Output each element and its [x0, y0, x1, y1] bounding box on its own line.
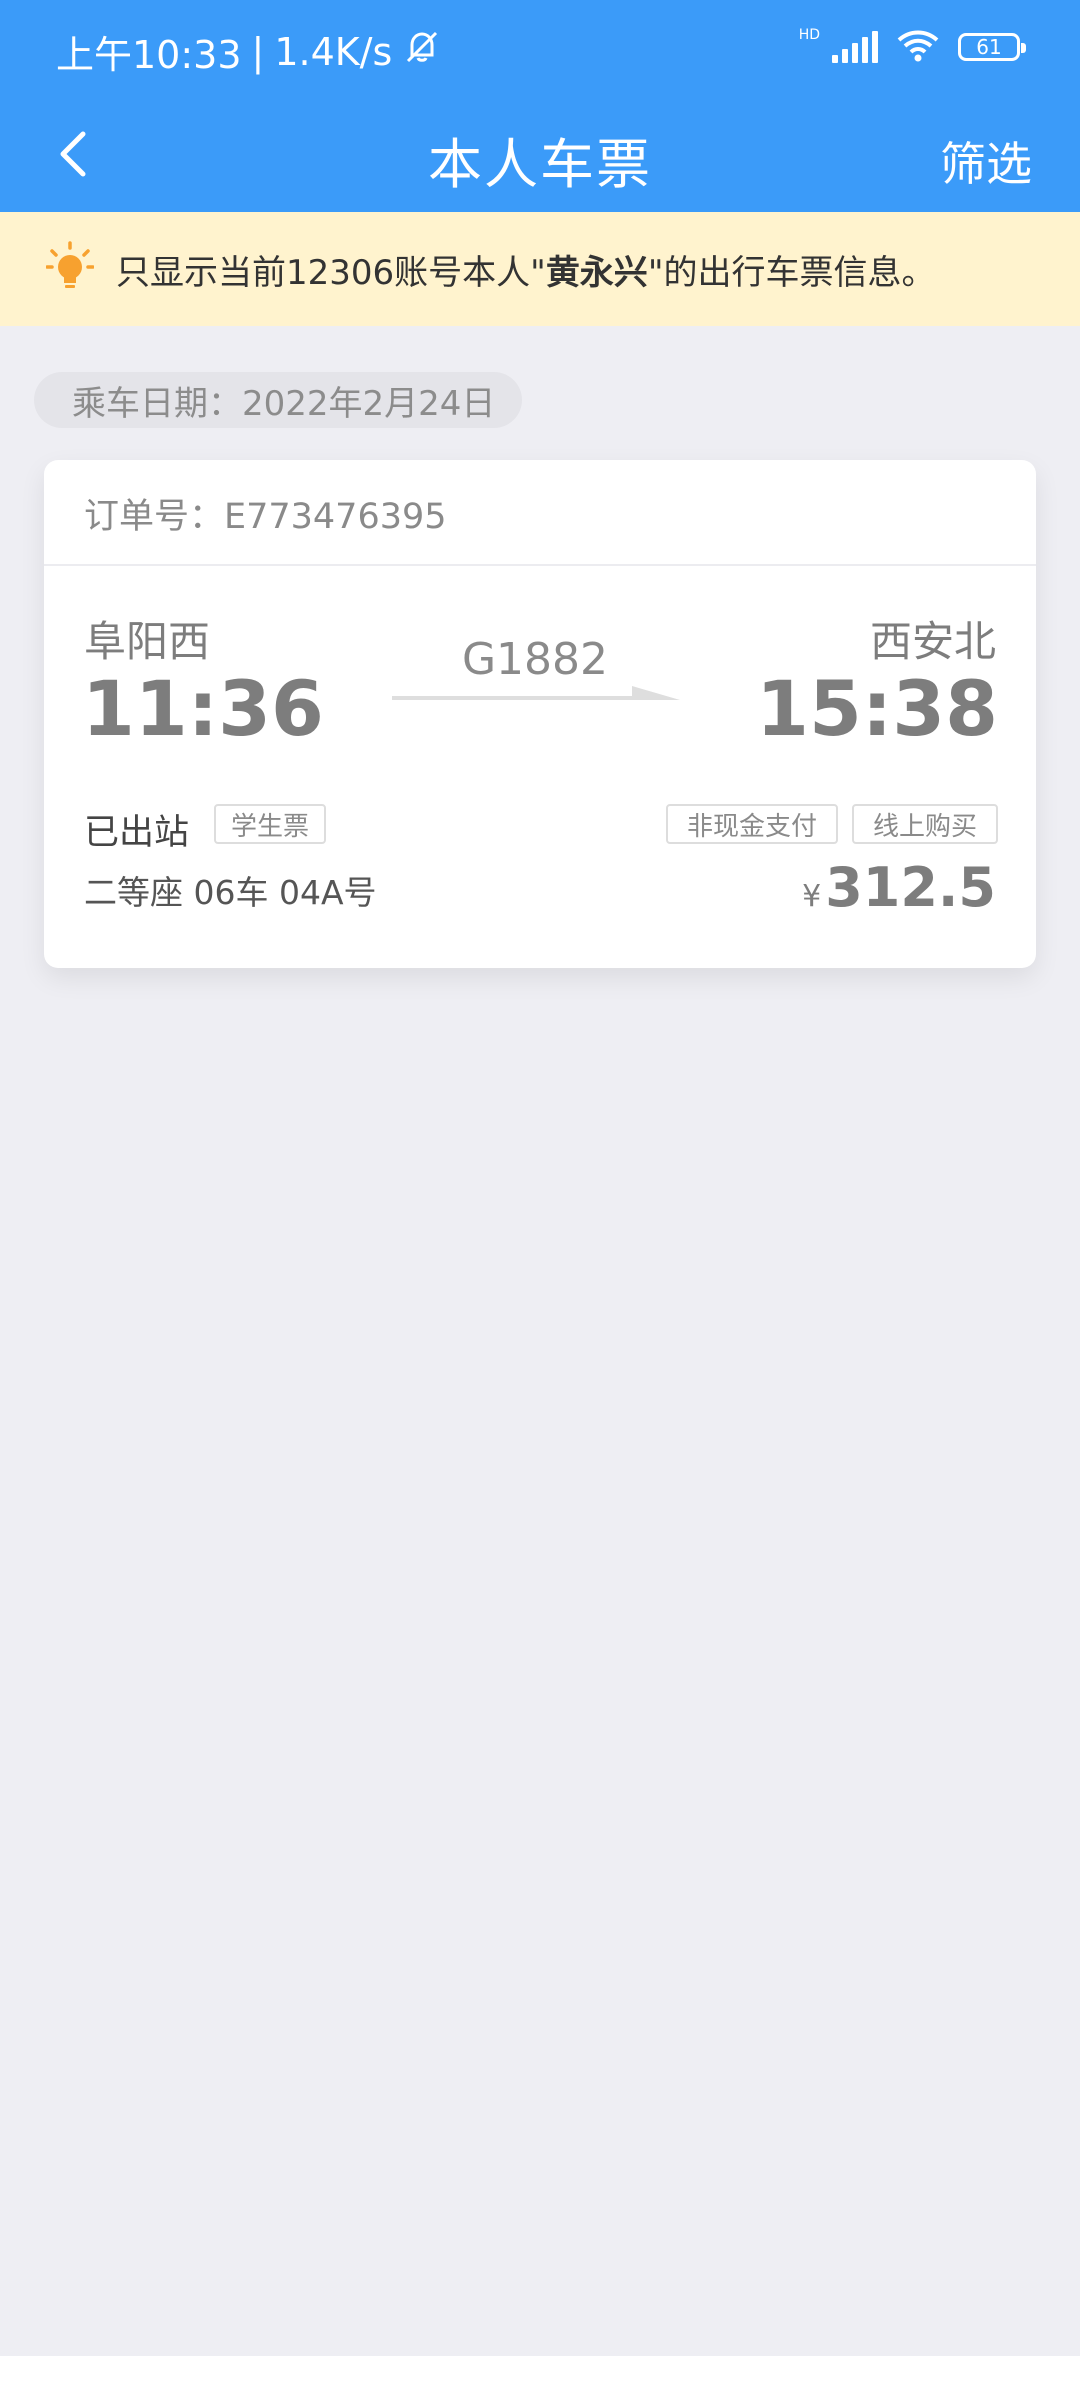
currency-symbol: ¥: [802, 879, 822, 914]
ticket-card[interactable]: 订单号：E773476395 阜阳西 11:36 G1882 西安北 15:38…: [44, 460, 1036, 968]
lightbulb-icon: [45, 241, 95, 297]
status-network-speed: 1.4K/s: [274, 29, 393, 74]
status-separator: |: [251, 29, 265, 74]
order-number: 订单号：E773476395: [84, 497, 447, 537]
notice-prefix: 只显示当前12306账号本人": [116, 252, 546, 293]
nav-bar: 本人车票 筛选: [0, 100, 1080, 212]
notice-banner: 只显示当前12306账号本人"黄永兴"的出行车票信息。: [0, 212, 1080, 326]
bell-muted-icon: [402, 27, 442, 76]
payment-badge: 非现金支付: [666, 804, 838, 844]
card-divider: [44, 564, 1036, 566]
arrival-time: 15:38: [756, 664, 998, 753]
ticket-type-badge: 学生票: [214, 804, 326, 844]
status-time: 上午10:33: [56, 33, 242, 77]
travel-date-label: 乘车日期：2022年2月24日: [34, 372, 522, 428]
notice-account-name: 黄永兴: [545, 252, 648, 293]
notice-text: 只显示当前12306账号本人"黄永兴"的出行车票信息。: [116, 245, 935, 294]
signal-icon: [832, 31, 878, 63]
network-type-label: HD: [798, 27, 820, 43]
page-title: 本人车票: [428, 133, 652, 196]
price-value: 312.5: [825, 856, 996, 919]
wifi-icon: [896, 28, 940, 66]
channel-badge: 线上购买: [852, 804, 998, 844]
arrival-station: 西安北: [869, 617, 996, 666]
direction-arrow-icon: [392, 682, 682, 716]
ticket-status: 已出站: [84, 813, 190, 853]
status-left: 上午10:33 | 1.4K/s: [56, 24, 442, 79]
status-right: HD 61: [798, 27, 1026, 66]
bottom-bar: [0, 2356, 1080, 2400]
battery-icon: 61: [958, 33, 1026, 61]
ticket-price: ¥312.5: [802, 856, 996, 919]
status-bar: 上午10:33 | 1.4K/s HD 61: [0, 0, 1080, 100]
battery-level: 61: [976, 35, 1002, 59]
filter-button[interactable]: 筛选: [940, 128, 1032, 194]
seat-info: 二等座 06车 04A号: [84, 873, 377, 912]
notice-suffix: "的出行车票信息。: [647, 252, 936, 293]
